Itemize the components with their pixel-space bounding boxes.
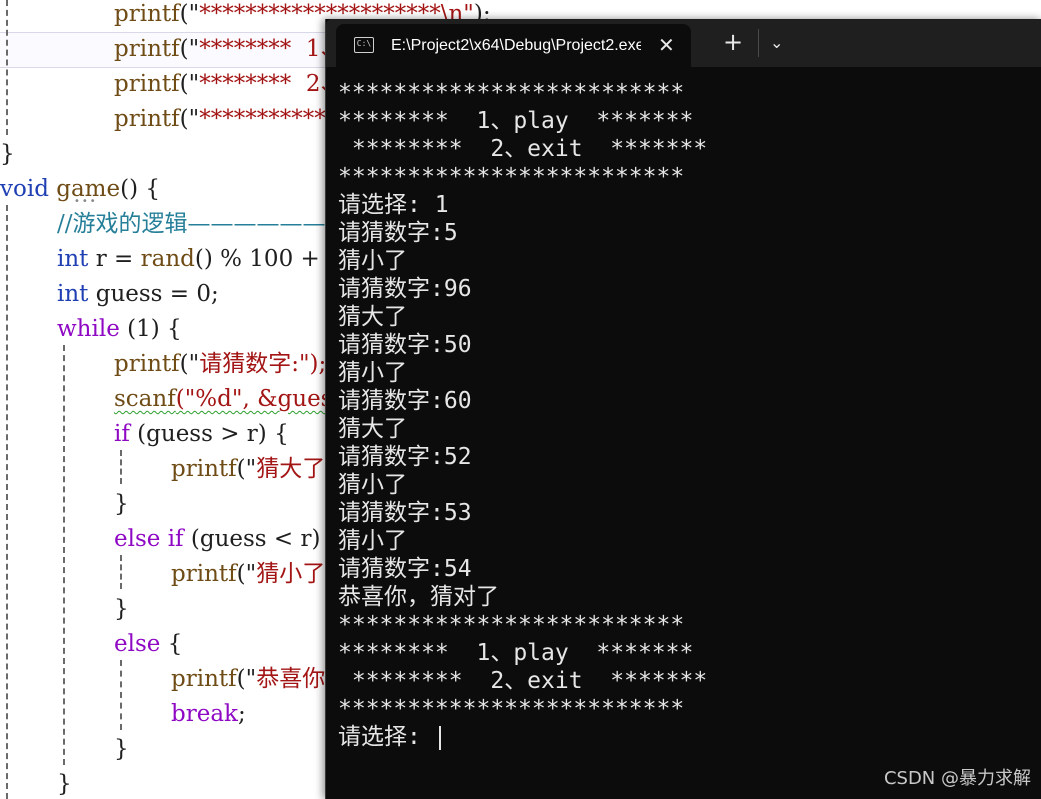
code-token: break	[171, 701, 238, 727]
indent-guide	[120, 555, 122, 589]
indent-guide	[120, 660, 122, 730]
console-icon: C:\	[354, 37, 374, 53]
code-token: scanf	[114, 386, 176, 412]
console-line: 猜小了	[338, 528, 407, 554]
code-token: int	[57, 246, 89, 272]
code-token: ("	[179, 36, 200, 62]
console-line: ******** 2、exit *******	[338, 668, 708, 694]
indent-guide	[6, 205, 8, 799]
code-line[interactable]: }	[0, 137, 15, 172]
code-token: }	[57, 771, 72, 797]
code-token: int	[57, 281, 89, 307]
code-token: ("	[236, 561, 257, 587]
console-line: 请猜数字:53	[338, 500, 472, 526]
code-token: }	[114, 736, 129, 762]
code-token: ("	[179, 71, 200, 97]
console-line: ******** 1、play *******	[338, 108, 694, 134]
console-output[interactable]: ************************* ******** 1、play…	[338, 79, 1038, 751]
console-line: 请选择: 1	[338, 192, 449, 218]
code-token: else	[114, 631, 161, 657]
close-icon[interactable]: ✕	[658, 32, 675, 58]
code-token: printf	[114, 71, 180, 97]
console-line: *************************	[338, 164, 685, 190]
console-line: 请猜数字:52	[338, 444, 472, 470]
console-prompt-line[interactable]: 请选择:	[338, 723, 1038, 751]
code-token: ("	[236, 666, 257, 692]
code-token: printf	[171, 561, 237, 587]
console-line: *************************	[338, 612, 685, 638]
console-line: 请猜数字:54	[338, 556, 472, 582]
code-token: ("	[179, 351, 200, 377]
indent-guide	[120, 450, 122, 484]
code-token: void	[0, 176, 49, 202]
code-token: }	[0, 141, 15, 167]
tab-title: E:\Project2\x64\Debug\Project2.exe	[391, 37, 641, 54]
code-line[interactable]: }	[114, 487, 129, 522]
code-line[interactable]: int guess = 0;	[57, 277, 219, 312]
intellisense-dots: •••	[74, 196, 98, 207]
code-line[interactable]: int r = rand() % 100 + 1;	[57, 242, 349, 277]
titlebar-divider	[758, 29, 759, 57]
code-token: while	[57, 316, 120, 342]
terminal-tab[interactable]: C:\ E:\Project2\x64\Debug\Project2.exe ✕	[336, 24, 691, 67]
code-line[interactable]: while (1) {	[57, 312, 182, 347]
code-token: (guess < r) {	[183, 526, 343, 552]
console-line: 猜小了	[338, 248, 407, 274]
indent-guide	[6, 0, 8, 135]
code-token: ("	[179, 106, 200, 132]
code-token: (1) {	[119, 316, 182, 342]
code-token: printf	[114, 106, 180, 132]
code-line[interactable]: else {	[114, 627, 182, 662]
code-token: rand	[140, 246, 195, 272]
code-token: (guess > r) {	[129, 421, 289, 447]
console-line: *************************	[338, 696, 685, 722]
new-tab-button[interactable]: +	[723, 28, 743, 56]
code-token: {	[160, 631, 183, 657]
indent-guide	[63, 345, 65, 765]
terminal-window[interactable]: C:\ E:\Project2\x64\Debug\Project2.exe ✕…	[325, 19, 1041, 799]
code-token: guess = 0;	[88, 281, 219, 307]
code-token: else if	[114, 526, 184, 552]
code-token: printf	[171, 456, 237, 482]
text-cursor	[438, 725, 441, 750]
console-line: 猜小了	[338, 360, 407, 386]
code-line[interactable]: }	[57, 767, 72, 799]
code-line[interactable]: printf("请猜数字:");	[114, 347, 326, 382]
console-prompt: 请选择:	[338, 724, 435, 750]
code-line[interactable]: break;	[171, 697, 246, 732]
code-token: () {	[120, 176, 160, 202]
code-line[interactable]: if (guess > r) {	[114, 417, 289, 452]
code-token: ;	[237, 701, 246, 727]
console-line: 请猜数字:60	[338, 388, 472, 414]
code-token: printf	[114, 36, 180, 62]
console-line: 请猜数字:5	[338, 220, 458, 246]
console-line: 猜小了	[338, 472, 407, 498]
code-token: }	[114, 596, 129, 622]
code-token: ("	[236, 456, 257, 482]
console-line: 猜大了	[338, 304, 407, 330]
chevron-down-icon[interactable]: ⌄	[770, 31, 783, 55]
console-line: *************************	[338, 80, 685, 106]
console-line: 请猜数字:96	[338, 276, 472, 302]
code-token: }	[114, 491, 129, 517]
code-line[interactable]: scanf("%d", &guess);	[114, 382, 361, 417]
code-token: 请猜数字:");	[199, 351, 327, 377]
code-line[interactable]: else if (guess < r) {	[114, 522, 342, 557]
code-line[interactable]: }	[114, 592, 129, 627]
code-token: printf	[114, 1, 180, 27]
code-line[interactable]: }	[114, 732, 129, 767]
console-line: 请猜数字:50	[338, 332, 472, 358]
code-token: if	[114, 421, 130, 447]
watermark: CSDN @暴力求解	[883, 768, 1031, 789]
code-token: ("	[179, 1, 200, 27]
terminal-titlebar[interactable]: C:\ E:\Project2\x64\Debug\Project2.exe ✕…	[326, 19, 1041, 67]
console-line: ******** 2、exit *******	[338, 136, 708, 162]
code-token: r =	[88, 246, 141, 272]
console-line: 猜大了	[338, 416, 407, 442]
code-token: printf	[114, 351, 180, 377]
console-line: ******** 1、play *******	[338, 640, 694, 666]
code-token: printf	[171, 666, 237, 692]
console-line: 恭喜你，猜对了	[338, 584, 499, 610]
